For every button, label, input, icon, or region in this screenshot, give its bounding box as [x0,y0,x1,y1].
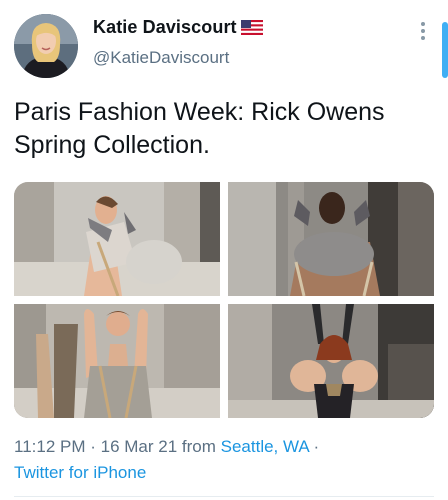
meta-separator-2: · [308,437,320,456]
tweet-card: Katie Daviscourt @KatieDaviscourt Paris … [0,0,448,500]
runway-photo-3[interactable] [14,304,220,418]
runway-photo-4[interactable] [228,304,434,418]
tweet-meta: 11:12 PM · 16 Mar 21 from Seattle, WA · … [14,434,434,486]
meta-separator: · [85,437,101,456]
location-link[interactable]: Seattle, WA [221,437,309,456]
tweet-date[interactable]: 16 Mar 21 [101,437,178,456]
author-handle[interactable]: @KatieDaviscourt [93,48,229,68]
tweet-text: Paris Fashion Week: Rick Owens Spring Co… [14,98,385,159]
us-flag-icon [240,20,263,35]
divider [14,496,434,497]
scrollbar[interactable] [442,22,448,78]
meta-from-label: from [177,437,221,456]
source-link[interactable]: Twitter for iPhone [14,463,146,482]
media-grid [14,182,434,418]
author-display-name[interactable]: Katie Daviscourt [93,17,237,38]
more-options-icon[interactable] [416,22,430,42]
runway-photo-2[interactable] [228,182,434,296]
avatar[interactable] [14,14,78,78]
runway-photo-1[interactable] [14,182,220,296]
tweet-time[interactable]: 11:12 PM [14,437,86,456]
author-name-row[interactable]: Katie Daviscourt [93,17,263,38]
